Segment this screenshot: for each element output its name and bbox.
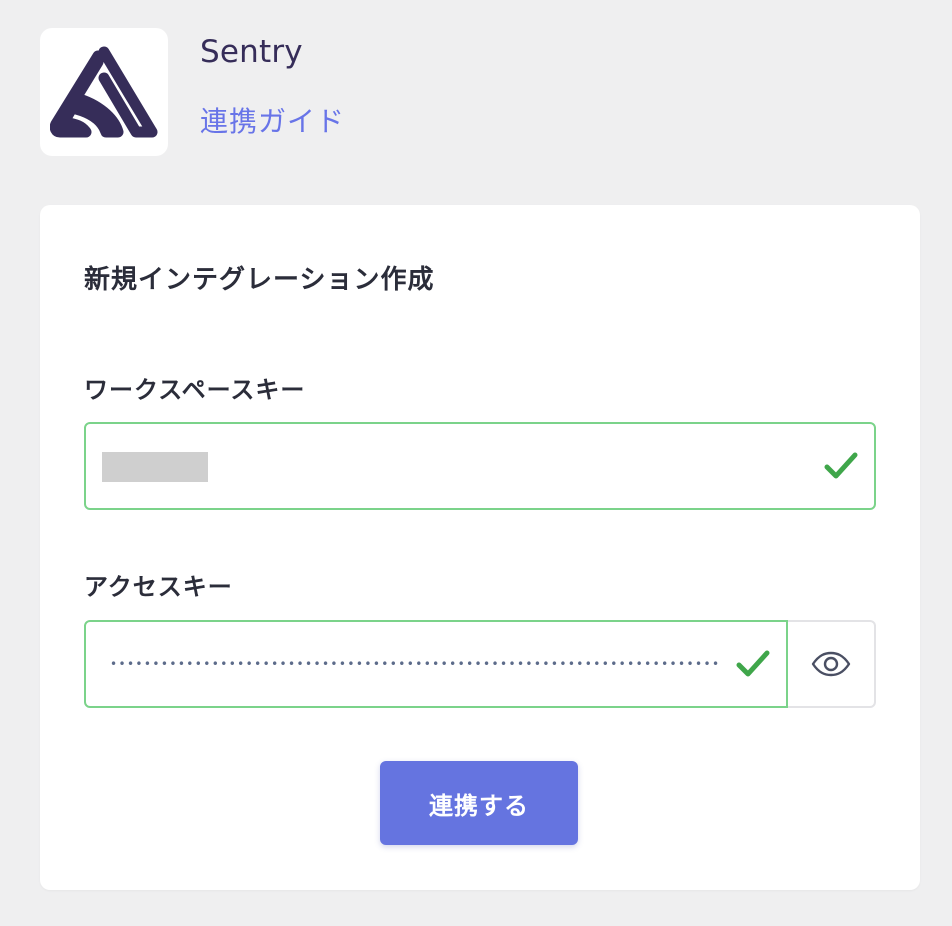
connect-button[interactable]: 連携する xyxy=(380,761,578,845)
access-key-input[interactable]: ••••••••••••••••••••••••••••••••••••••••… xyxy=(84,620,788,708)
toggle-visibility-button[interactable] xyxy=(788,620,876,708)
integration-guide-link[interactable]: 連携ガイド xyxy=(200,100,345,140)
workspace-key-label: ワークスペースキー xyxy=(84,376,306,404)
eye-icon xyxy=(811,651,851,677)
app-logo xyxy=(40,28,168,156)
check-icon xyxy=(824,452,858,479)
workspace-key-redacted-value xyxy=(102,452,208,482)
access-key-label: アクセスキー xyxy=(84,573,233,601)
app-name: Sentry xyxy=(200,34,303,70)
access-key-masked-value: ••••••••••••••••••••••••••••••••••••••••… xyxy=(110,657,722,671)
sentry-logo-icon xyxy=(50,46,158,138)
check-icon xyxy=(736,650,770,677)
integration-form-card: 新規インテグレーション作成 ワークスペースキー アクセスキー •••••••••… xyxy=(40,205,920,890)
workspace-key-input[interactable] xyxy=(84,422,876,510)
form-title: 新規インテグレーション作成 xyxy=(84,265,435,295)
